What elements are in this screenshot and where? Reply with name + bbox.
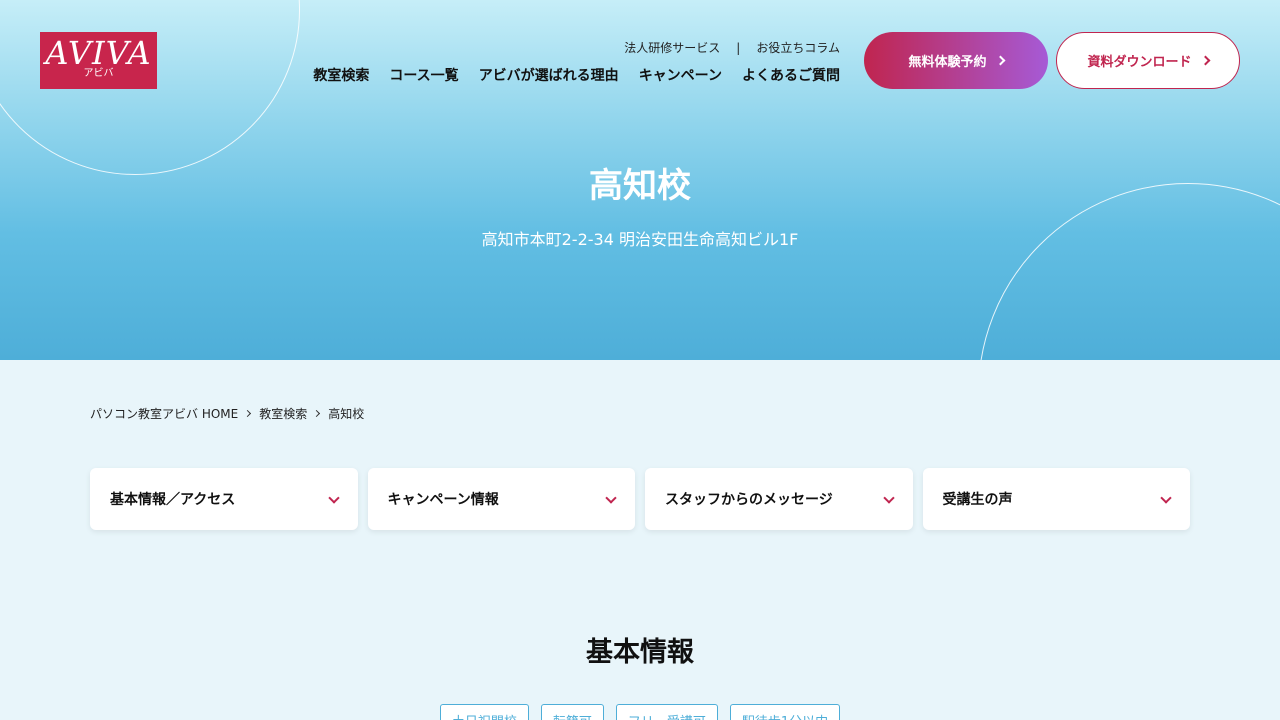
feature-badge: フリー受講可 — [615, 704, 718, 720]
breadcrumb: パソコン教室アビバ HOME 教室検索 高知校 — [90, 405, 364, 422]
nav-campaign[interactable]: キャンペーン — [639, 65, 722, 85]
school-address: 高知市本町2-2-34 明治安田生命高知ビル1F — [481, 230, 799, 249]
breadcrumb-current: 高知校 — [328, 407, 365, 421]
chevron-down-icon — [882, 492, 895, 504]
tab-basic-info-access[interactable]: 基本情報／アクセス — [90, 468, 358, 530]
tab-student-voices[interactable]: 受講生の声 — [922, 468, 1190, 530]
nav-course-list[interactable]: コース一覧 — [389, 65, 458, 85]
download-brochure-label: 資料ダウンロード — [1087, 55, 1192, 70]
tab-label: スタッフからのメッセージ — [665, 492, 833, 508]
tab-label: 受講生の声 — [942, 492, 1013, 508]
anchor-tabs: 基本情報／アクセス キャンペーン情報 スタッフからのメッセージ 受講生の声 — [90, 468, 1190, 530]
feature-badges: 土日祝開校 転籍可 フリー受講可 駅徒歩1分以内 — [0, 704, 1280, 720]
chevron-right-icon — [313, 409, 321, 418]
chevron-right-icon — [1200, 55, 1210, 66]
chevron-right-icon — [244, 409, 252, 418]
logo-wordmark: AVIVA — [45, 34, 152, 72]
section-title-basic-info: 基本情報 — [586, 637, 694, 668]
chevron-down-icon — [1160, 492, 1172, 504]
tab-staff-message[interactable]: スタッフからのメッセージ — [645, 468, 913, 530]
download-brochure-button[interactable]: 資料ダウンロード — [1056, 32, 1240, 89]
tab-campaign-info[interactable]: キャンペーン情報 — [367, 468, 635, 530]
breadcrumb-home-link[interactable]: パソコン教室アビバ HOME — [90, 405, 238, 422]
nav-why-aviva[interactable]: アビバが選ばれる理由 — [479, 65, 619, 85]
nav-faq[interactable]: よくあるご質問 — [742, 65, 840, 85]
nav-classroom-search[interactable]: 教室検索 — [313, 65, 369, 85]
main-navigation: 教室検索 コース一覧 アビバが選ばれる理由 キャンペーン よくあるご質問 — [313, 65, 840, 85]
free-trial-booking-button[interactable]: 無料体験予約 — [864, 32, 1048, 89]
site-logo[interactable]: AVIVA アビバ — [40, 32, 157, 89]
chevron-down-icon — [327, 492, 340, 504]
breadcrumb-classroom-search-link[interactable]: 教室検索 — [259, 405, 307, 422]
feature-badge: 転籍可 — [540, 704, 604, 720]
subnav-column-link[interactable]: お役立ちコラム — [756, 39, 840, 56]
subnav-separator: | — [736, 40, 741, 55]
page-title: 高知校 — [589, 166, 691, 206]
subnav-corporate-training-link[interactable]: 法人研修サービス — [624, 39, 720, 56]
tab-label: 基本情報／アクセス — [110, 492, 236, 508]
free-trial-booking-label: 無料体験予約 — [908, 55, 987, 70]
chevron-down-icon — [605, 492, 617, 504]
feature-badge: 駅徒歩1分以内 — [729, 704, 841, 720]
hero-header: AVIVA アビバ 法人研修サービス | お役立ちコラム 教室検索 コース一覧 … — [0, 0, 1280, 360]
sub-navigation: 法人研修サービス | お役立ちコラム — [624, 39, 840, 56]
decorative-circle — [978, 183, 1280, 360]
tab-label: キャンペーン情報 — [387, 492, 499, 508]
chevron-right-icon — [995, 55, 1005, 66]
feature-badge: 土日祝開校 — [439, 704, 529, 720]
